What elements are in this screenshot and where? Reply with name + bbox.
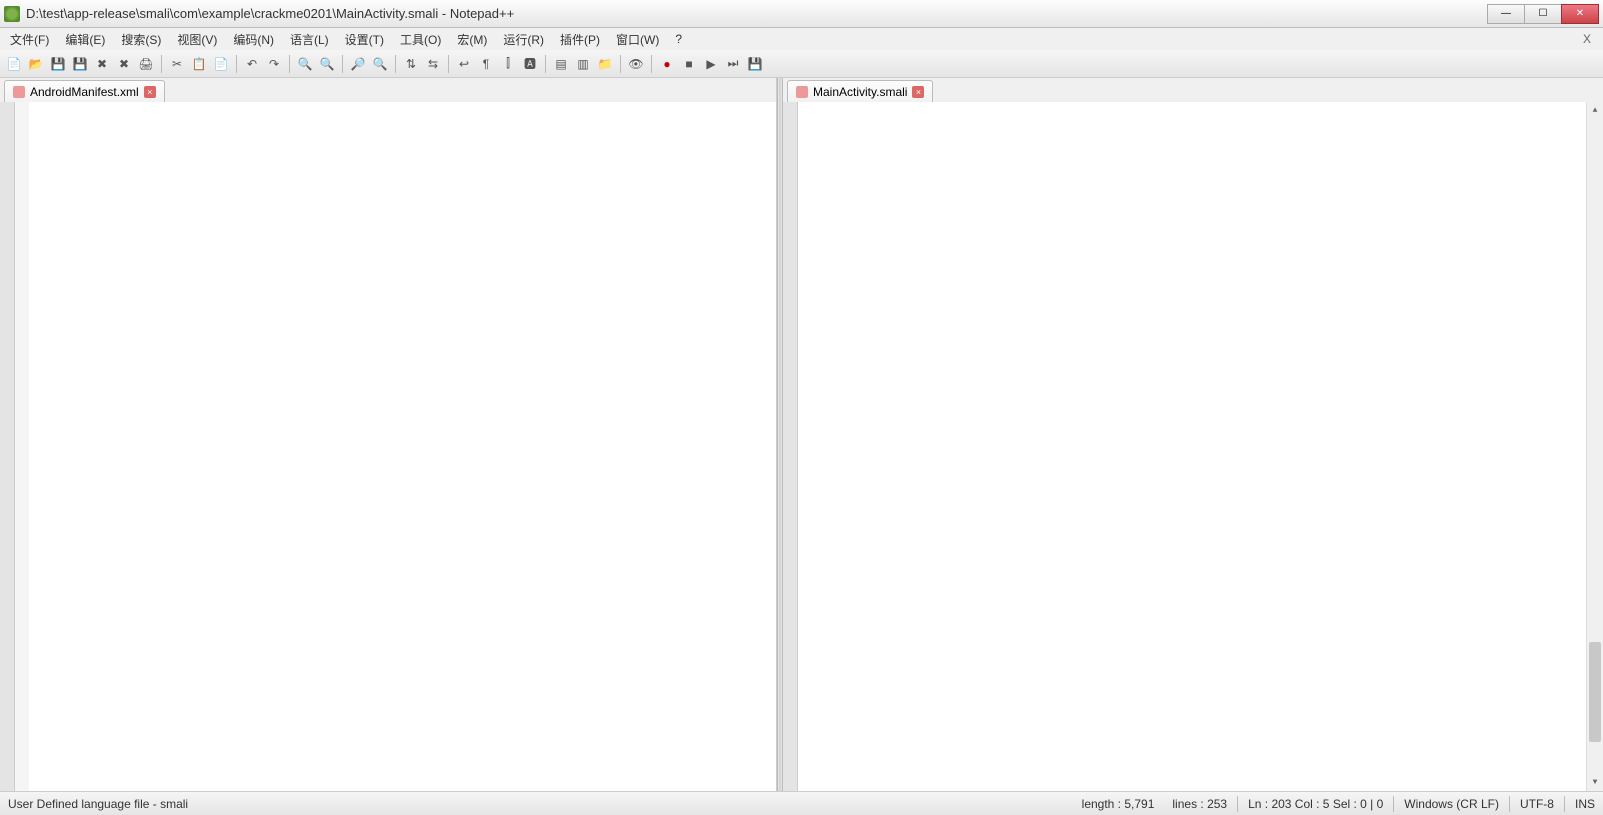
tab-androidmanifest[interactable]: AndroidManifest.xml × [4, 80, 165, 102]
save-icon[interactable]: 💾 [48, 54, 68, 74]
save-macro-icon[interactable]: 💾 [745, 54, 765, 74]
status-length: length : 5,791 [1082, 797, 1155, 811]
play-multi-icon[interactable]: ⏭ [723, 54, 743, 74]
tab-label: AndroidManifest.xml [30, 85, 139, 99]
cut-icon[interactable]: ✂ [167, 54, 187, 74]
scroll-thumb[interactable] [1589, 642, 1601, 742]
monitor-icon[interactable]: 👁 [626, 54, 646, 74]
paste-icon[interactable]: 📄 [211, 54, 231, 74]
right-editor[interactable]: ▲ ▼ [783, 102, 1603, 791]
status-position: Ln : 203 Col : 5 Sel : 0 | 0 [1248, 797, 1383, 811]
left-fold-column[interactable] [15, 102, 29, 791]
zoom-out-icon[interactable]: 🔍 [370, 54, 390, 74]
menubar: 文件(F) 编辑(E) 搜索(S) 视图(V) 编码(N) 语言(L) 设置(T… [0, 28, 1603, 50]
right-pane: MainActivity.smali × ▲ ▼ [783, 78, 1603, 791]
folder-icon[interactable]: 📁 [595, 54, 615, 74]
menu-file[interactable]: 文件(F) [4, 29, 55, 50]
statusbar: User Defined language file - smali lengt… [0, 791, 1603, 815]
status-eol: Windows (CR LF) [1404, 797, 1499, 811]
close-all-icon[interactable]: ✖ [114, 54, 134, 74]
stop-icon[interactable]: ■ [679, 54, 699, 74]
scroll-down-icon[interactable]: ▼ [1587, 774, 1603, 791]
sync-h-icon[interactable]: ⇆ [423, 54, 443, 74]
minimize-button[interactable]: — [1487, 4, 1525, 24]
status-encoding: UTF-8 [1520, 797, 1554, 811]
workspace: AndroidManifest.xml × MainActivity.smali… [0, 78, 1603, 791]
tab-label: MainActivity.smali [813, 85, 907, 99]
new-file-icon[interactable]: 📄 [4, 54, 24, 74]
menu-view[interactable]: 视图(V) [171, 29, 223, 50]
menu-tools[interactable]: 工具(O) [394, 29, 447, 50]
right-gutter [783, 102, 798, 791]
left-gutter [0, 102, 15, 791]
indent-guide-icon[interactable]: ⫿ [498, 54, 518, 74]
left-editor[interactable] [0, 102, 776, 791]
tab-mainactivity[interactable]: MainActivity.smali × [787, 80, 933, 102]
print-icon[interactable]: 🖨 [136, 54, 156, 74]
menu-macro[interactable]: 宏(M) [451, 29, 493, 50]
menu-encoding[interactable]: 编码(N) [227, 29, 280, 50]
lang-icon[interactable]: 🅰 [520, 54, 540, 74]
close-file-icon[interactable]: ✖ [92, 54, 112, 74]
toolbar: 📄 📂 💾 💾 ✖ ✖ 🖨 ✂ 📋 📄 ↶ ↷ 🔍 🔍 🔎 🔍 ⇅ ⇆ ↩ ¶ … [0, 50, 1603, 78]
record-icon[interactable]: ● [657, 54, 677, 74]
zoom-in-icon[interactable]: 🔎 [348, 54, 368, 74]
redo-icon[interactable]: ↷ [264, 54, 284, 74]
status-language: User Defined language file - smali [8, 797, 188, 811]
doc-map-icon[interactable]: ▤ [551, 54, 571, 74]
titlebar: D:\test\app-release\smali\com\example\cr… [0, 0, 1603, 28]
right-tabs: MainActivity.smali × [783, 78, 1603, 102]
undo-icon[interactable]: ↶ [242, 54, 262, 74]
maximize-button[interactable]: ☐ [1524, 4, 1562, 24]
replace-icon[interactable]: 🔍 [317, 54, 337, 74]
open-file-icon[interactable]: 📂 [26, 54, 46, 74]
find-icon[interactable]: 🔍 [295, 54, 315, 74]
copy-icon[interactable]: 📋 [189, 54, 209, 74]
menu-help[interactable]: ? [669, 30, 688, 48]
menu-search[interactable]: 搜索(S) [115, 29, 167, 50]
menu-settings[interactable]: 设置(T) [339, 29, 390, 50]
play-icon[interactable]: ▶ [701, 54, 721, 74]
status-lines: lines : 253 [1172, 797, 1227, 811]
app-icon [4, 6, 20, 22]
status-insert-mode: INS [1575, 797, 1595, 811]
save-all-icon[interactable]: 💾 [70, 54, 90, 74]
left-tabs: AndroidManifest.xml × [0, 78, 776, 102]
func-list-icon[interactable]: ▥ [573, 54, 593, 74]
file-icon [13, 86, 25, 98]
menubar-close-icon[interactable]: X [1577, 30, 1599, 48]
tab-close-icon[interactable]: × [912, 86, 924, 98]
all-chars-icon[interactable]: ¶ [476, 54, 496, 74]
wordwrap-icon[interactable]: ↩ [454, 54, 474, 74]
close-button[interactable]: ✕ [1561, 4, 1599, 24]
menu-language[interactable]: 语言(L) [284, 29, 335, 50]
sync-v-icon[interactable]: ⇅ [401, 54, 421, 74]
menu-run[interactable]: 运行(R) [497, 29, 550, 50]
tab-close-icon[interactable]: × [144, 86, 156, 98]
right-scrollbar[interactable]: ▲ ▼ [1586, 102, 1603, 791]
menu-window[interactable]: 窗口(W) [610, 29, 665, 50]
window-controls: — ☐ ✕ [1488, 4, 1599, 24]
left-pane: AndroidManifest.xml × [0, 78, 777, 791]
file-icon [796, 86, 808, 98]
left-code-area[interactable] [29, 102, 776, 791]
scroll-up-icon[interactable]: ▲ [1587, 102, 1603, 119]
window-title: D:\test\app-release\smali\com\example\cr… [26, 6, 1488, 21]
menu-plugins[interactable]: 插件(P) [554, 29, 606, 50]
menu-edit[interactable]: 编辑(E) [59, 29, 111, 50]
right-code-area[interactable] [798, 102, 1586, 791]
